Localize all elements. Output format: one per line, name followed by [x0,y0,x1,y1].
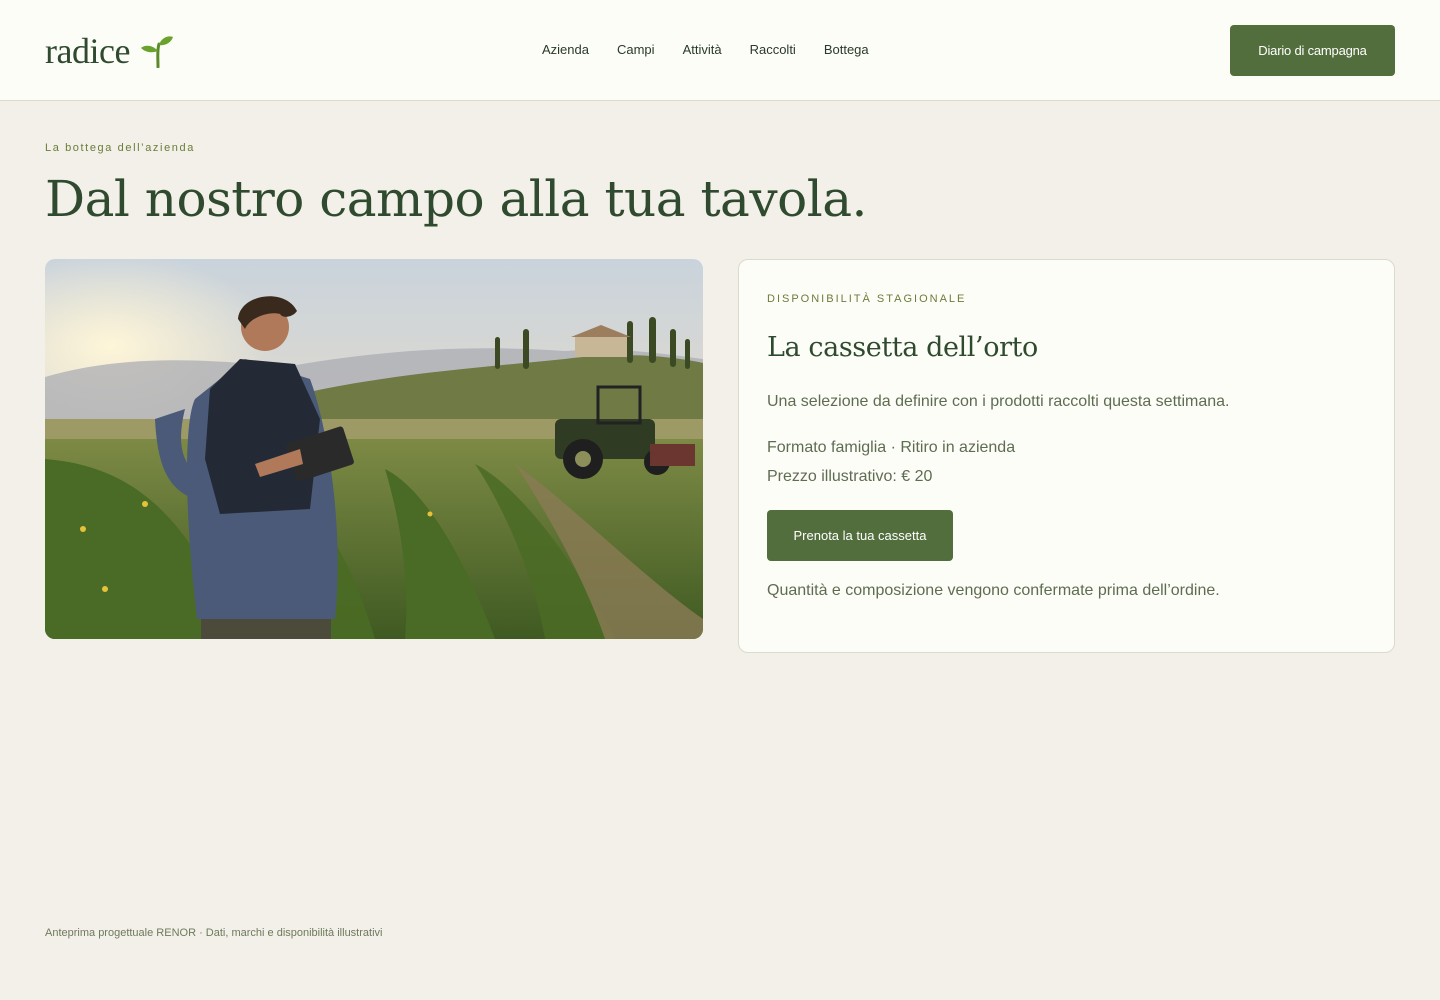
product-card: DISPONIBILITÀ STAGIONALE La cassetta del… [738,259,1395,653]
card-meta: Formato famiglia · Ritiro in azienda [767,439,1016,456]
page-title: Dal nostro campo alla tua tavola. [45,170,867,228]
card-eyebrow: DISPONIBILITÀ STAGIONALE [767,293,967,305]
footer-note: Anteprima progettuale RENOR · Dati, marc… [45,927,383,939]
nav-link-attivita[interactable]: Attività [683,42,722,57]
nav-link-bottega[interactable]: Bottega [824,42,869,57]
card-note: Quantità e composizione vengono conferma… [767,582,1220,599]
nav-link-azienda[interactable]: Azienda [542,42,589,57]
logo-text: radice [45,31,130,71]
hero-eyebrow: La bottega dell’azienda [45,142,195,154]
hero-photo [45,259,703,639]
card-title: La cassetta dell’orto [767,332,1038,363]
book-box-button[interactable]: Prenota la tua cassetta [767,510,953,561]
main-nav: Azienda Campi Attività Raccolti Bottega [542,42,869,57]
card-description: Una selezione da definire con i prodotti… [767,393,1230,410]
nav-link-campi[interactable]: Campi [617,42,655,57]
nav-link-raccolti[interactable]: Raccolti [750,42,796,57]
site-header: radice Azienda Campi Attività Raccolti B… [0,0,1440,101]
logo[interactable]: radice [45,30,174,72]
card-price: Prezzo illustrativo: € 20 [767,468,933,485]
diary-button[interactable]: Diario di campagna [1230,25,1395,76]
sprout-icon [138,34,174,68]
